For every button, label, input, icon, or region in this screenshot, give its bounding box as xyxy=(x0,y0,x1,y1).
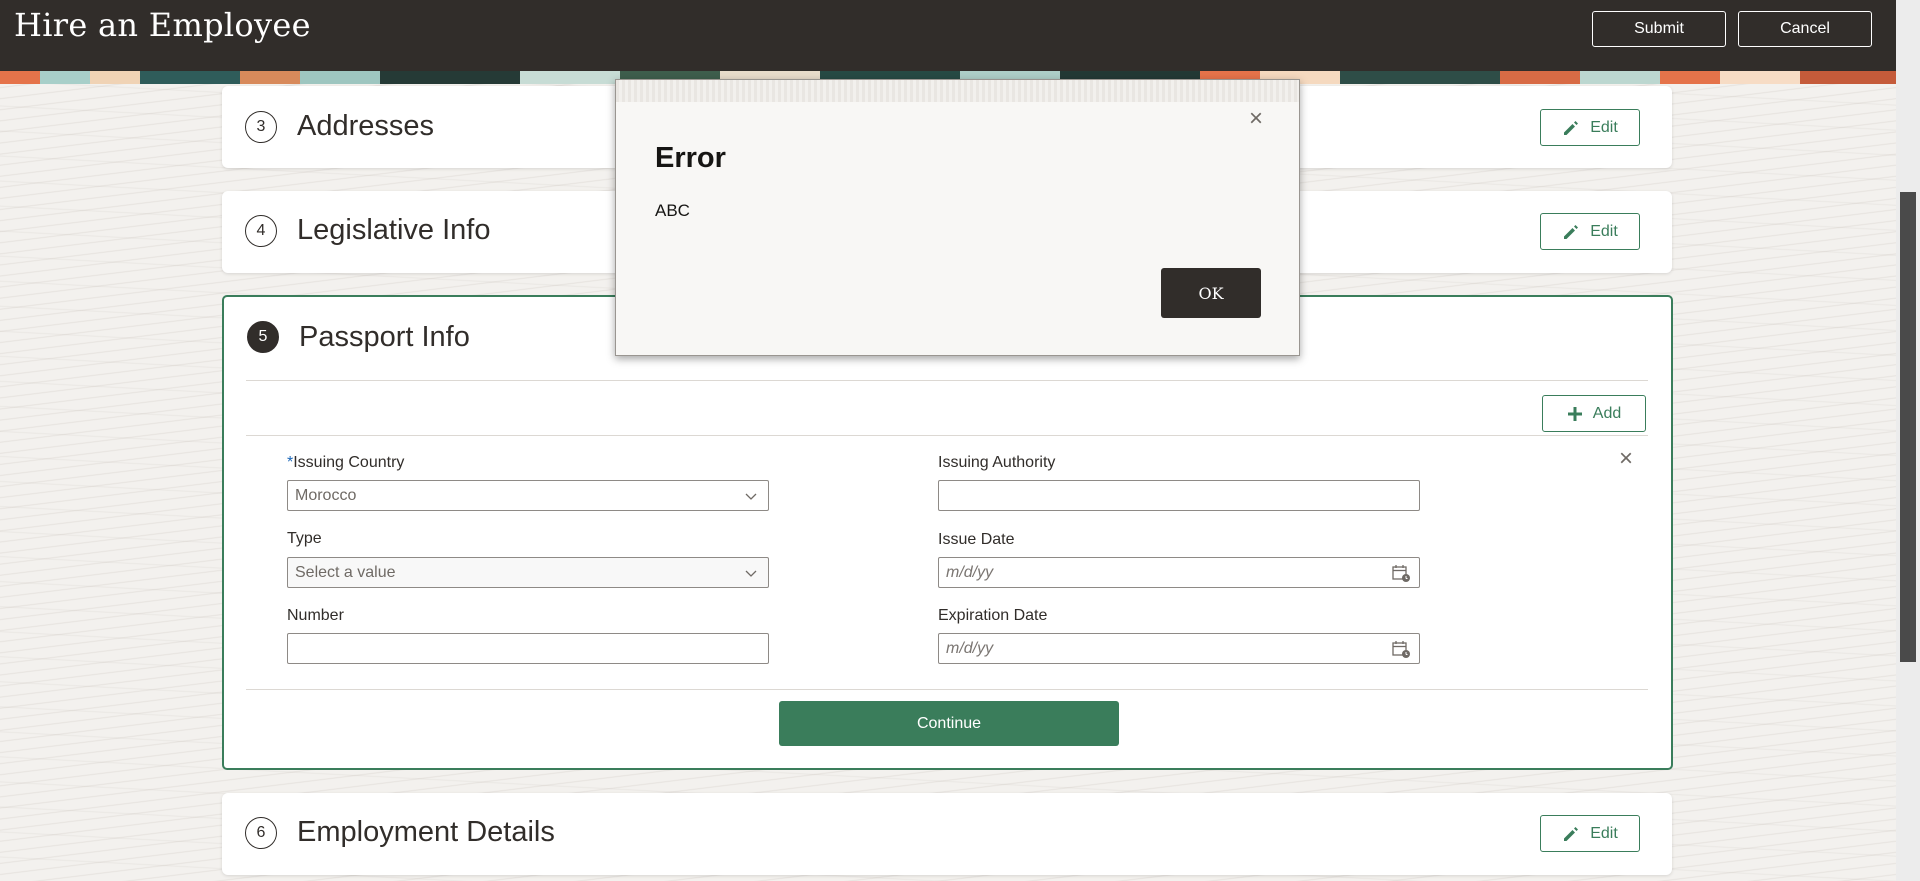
section-passport-info: 5 Passport Info Add × *Issuing Country M… xyxy=(222,295,1673,770)
dialog-title-bar[interactable] xyxy=(616,80,1299,102)
edit-label: Edit xyxy=(1590,222,1618,240)
add-passport-button[interactable]: Add xyxy=(1542,395,1646,432)
calendar-icon[interactable] xyxy=(1391,563,1411,583)
pencil-icon xyxy=(1564,224,1579,239)
divider xyxy=(246,689,1648,690)
calendar-icon[interactable] xyxy=(1391,639,1411,659)
add-label: Add xyxy=(1592,404,1622,422)
type-label: Type xyxy=(287,530,322,547)
number-label: Number xyxy=(287,607,344,624)
type-select[interactable]: Select a value xyxy=(287,557,769,588)
section-title: Legislative Info xyxy=(297,214,491,246)
dialog-message: ABC xyxy=(655,201,690,220)
number-input[interactable] xyxy=(287,633,769,664)
page-title: Hire an Employee xyxy=(14,6,311,44)
step-number: 5 xyxy=(247,321,279,353)
edit-legislative-button[interactable]: Edit xyxy=(1540,213,1640,250)
scrollbar-thumb[interactable] xyxy=(1900,192,1916,662)
issuing-country-value: Morocco xyxy=(295,486,357,504)
cancel-button[interactable]: Cancel xyxy=(1738,11,1872,47)
remove-row-close-icon[interactable]: × xyxy=(1619,447,1633,471)
expiration-date-placeholder: m/d/yy xyxy=(946,639,994,657)
plus-icon xyxy=(1567,406,1582,421)
chevron-down-icon xyxy=(745,570,757,577)
issue-date-label: Issue Date xyxy=(938,531,1015,548)
step-number: 6 xyxy=(245,817,277,849)
pencil-icon xyxy=(1564,826,1579,841)
edit-addresses-button[interactable]: Edit xyxy=(1540,109,1640,146)
pencil-icon xyxy=(1564,120,1579,135)
section-title: Addresses xyxy=(297,110,435,142)
section-employment-details: 6 Employment Details Edit xyxy=(222,793,1672,875)
divider xyxy=(246,380,1648,381)
issuing-country-select[interactable]: Morocco xyxy=(287,480,769,511)
section-title: Passport Info xyxy=(299,321,470,353)
submit-button[interactable]: Submit xyxy=(1592,11,1726,47)
edit-label: Edit xyxy=(1590,824,1618,842)
app-header: Hire an Employee Submit Cancel xyxy=(0,0,1896,71)
dialog-title: Error xyxy=(655,142,726,174)
issuing-country-label: *Issuing Country xyxy=(287,454,405,471)
ok-button[interactable]: OK xyxy=(1161,268,1261,318)
issue-date-placeholder: m/d/yy xyxy=(946,563,994,581)
expiration-date-input[interactable]: m/d/yy xyxy=(938,633,1420,664)
error-dialog: × Error ABC OK xyxy=(615,79,1300,356)
step-number: 3 xyxy=(245,111,277,143)
expiration-date-label: Expiration Date xyxy=(938,607,1048,624)
issuing-authority-input[interactable] xyxy=(938,480,1420,511)
close-icon[interactable]: × xyxy=(1249,107,1263,131)
continue-button[interactable]: Continue xyxy=(779,701,1119,746)
divider xyxy=(246,435,1648,436)
issuing-authority-label: Issuing Authority xyxy=(938,454,1056,471)
edit-label: Edit xyxy=(1590,118,1618,136)
edit-employment-button[interactable]: Edit xyxy=(1540,815,1640,852)
step-number: 4 xyxy=(245,215,277,247)
section-title: Employment Details xyxy=(297,816,555,848)
chevron-down-icon xyxy=(745,493,757,500)
issue-date-input[interactable]: m/d/yy xyxy=(938,557,1420,588)
type-placeholder: Select a value xyxy=(295,563,396,581)
